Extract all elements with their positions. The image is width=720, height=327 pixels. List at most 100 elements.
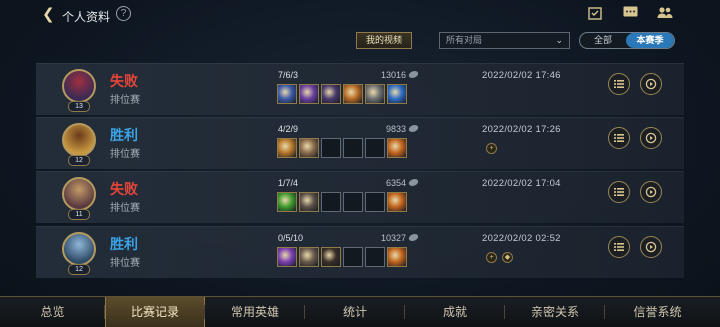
empty-item-slot[interactable] <box>365 247 385 267</box>
tab-all[interactable]: 全部 <box>580 33 626 48</box>
nav-tab[interactable]: 比赛记录 <box>105 297 205 327</box>
match-mode: 排位赛 <box>110 258 140 269</box>
match-result: 胜利 <box>110 236 138 252</box>
item-icon[interactable] <box>277 138 297 158</box>
gold-amount: 10327 <box>380 233 406 243</box>
hero-avatar <box>62 232 96 266</box>
match-datetime: 2022/02/02 17:46 <box>482 70 561 81</box>
hero-avatar <box>62 177 96 211</box>
hero-level-badge: 12 <box>68 264 90 275</box>
empty-item-slot[interactable] <box>343 138 363 158</box>
item-icon[interactable] <box>343 84 363 104</box>
calendar-check-icon[interactable] <box>586 6 604 22</box>
coin-icon <box>407 71 420 78</box>
tab-this-season[interactable]: 本赛季 <box>626 33 674 48</box>
item-icon[interactable] <box>321 84 341 104</box>
list-icon <box>614 188 624 196</box>
nav-divider <box>404 305 405 319</box>
item-icon[interactable] <box>387 192 407 212</box>
match-detail-button[interactable] <box>608 73 630 95</box>
match-result: 失败 <box>110 73 138 89</box>
match-datetime: 2022/02/02 17:04 <box>482 178 561 189</box>
match-mode: 排位赛 <box>110 95 140 106</box>
achievement-badge-icon: + <box>486 252 497 263</box>
replay-button[interactable] <box>640 127 662 149</box>
item-icon[interactable] <box>387 247 407 267</box>
item-icon[interactable] <box>277 84 297 104</box>
coin-icon <box>407 234 420 241</box>
empty-item-slot[interactable] <box>365 192 385 212</box>
item-icon[interactable] <box>299 138 319 158</box>
back-chevron-icon[interactable]: ❮ <box>42 7 56 23</box>
empty-item-slot[interactable] <box>321 138 341 158</box>
hero-level-badge: 12 <box>68 155 90 166</box>
empty-item-slot[interactable] <box>365 138 385 158</box>
kda-text: 7/6/3 <box>278 70 299 80</box>
match-detail-button[interactable] <box>608 181 630 203</box>
match-result: 胜利 <box>110 127 138 143</box>
item-build <box>277 247 407 267</box>
hero-avatar <box>62 123 96 157</box>
nav-tab[interactable]: 信誉系统 <box>605 297 710 327</box>
header-bar: ❮ 个人资料 ? <box>0 0 720 30</box>
match-mode-select[interactable]: 所有对局 ⌄ <box>439 32 570 49</box>
friends-icon[interactable] <box>656 6 674 22</box>
item-icon[interactable] <box>387 84 407 104</box>
nav-tab[interactable]: 统计 <box>305 297 405 327</box>
hero-avatar <box>62 69 96 103</box>
match-row[interactable]: 13 失败 排位赛 7/6/3 13016 2022/02/02 17:46 <box>36 63 684 115</box>
nav-tab[interactable]: 成就 <box>405 297 505 327</box>
match-badges: + ◆ <box>486 252 513 263</box>
my-video-button[interactable]: 我的视频 <box>356 32 412 49</box>
empty-item-slot[interactable] <box>321 192 341 212</box>
item-icon[interactable] <box>277 192 297 212</box>
chevron-down-icon: ⌄ <box>555 35 563 45</box>
nav-tab[interactable]: 亲密关系 <box>505 297 605 327</box>
kda-text: 1/7/4 <box>278 178 299 188</box>
item-build <box>277 84 407 104</box>
replay-button[interactable] <box>640 73 662 95</box>
item-icon[interactable] <box>321 247 341 267</box>
match-detail-button[interactable] <box>608 127 630 149</box>
item-icon[interactable] <box>387 138 407 158</box>
item-icon[interactable] <box>277 247 297 267</box>
item-icon[interactable] <box>365 84 385 104</box>
chat-icon[interactable] <box>621 6 639 22</box>
item-icon[interactable] <box>299 192 319 212</box>
replay-icon <box>645 132 657 144</box>
help-icon[interactable]: ? <box>116 6 131 21</box>
replay-icon <box>645 186 657 198</box>
replay-button[interactable] <box>640 236 662 258</box>
match-result: 失败 <box>110 181 138 197</box>
match-row[interactable]: 12 胜利 排位赛 0/5/10 10327 2022/02/02 02:52 + ◆ <box>36 226 684 278</box>
nav-divider <box>304 305 305 319</box>
item-build <box>277 192 407 212</box>
match-row[interactable]: 11 失败 排位赛 1/7/4 6354 2022/02/02 17:04 <box>36 171 684 223</box>
achievement-badge-icon: + <box>486 143 497 154</box>
match-detail-button[interactable] <box>608 236 630 258</box>
nav-divider <box>204 305 205 319</box>
nav-divider <box>104 305 105 319</box>
list-icon <box>614 80 624 88</box>
match-datetime: 2022/02/02 17:26 <box>482 124 561 135</box>
empty-item-slot[interactable] <box>343 192 363 212</box>
nav-tab[interactable]: 总览 <box>10 297 95 327</box>
item-build <box>277 138 407 158</box>
coin-icon <box>407 125 420 132</box>
match-mode-value: 所有对局 <box>446 35 483 45</box>
replay-icon <box>645 241 657 253</box>
replay-icon <box>645 78 657 90</box>
bottom-nav: 总览 比赛记录 常用英雄 统计 成就 亲密关系 信誉系统 <box>0 296 720 327</box>
item-icon[interactable] <box>299 84 319 104</box>
match-datetime: 2022/02/02 02:52 <box>482 233 561 244</box>
achievement-badge-icon: ◆ <box>502 252 513 263</box>
empty-item-slot[interactable] <box>343 247 363 267</box>
list-icon <box>614 243 624 251</box>
nav-tab[interactable]: 常用英雄 <box>205 297 305 327</box>
kda-text: 0/5/10 <box>278 233 304 243</box>
hero-level-badge: 11 <box>68 209 90 220</box>
coin-icon <box>407 179 420 186</box>
match-row[interactable]: 12 胜利 排位赛 4/2/9 9833 2022/02/02 17:26 + <box>36 117 684 169</box>
item-icon[interactable] <box>299 247 319 267</box>
replay-button[interactable] <box>640 181 662 203</box>
